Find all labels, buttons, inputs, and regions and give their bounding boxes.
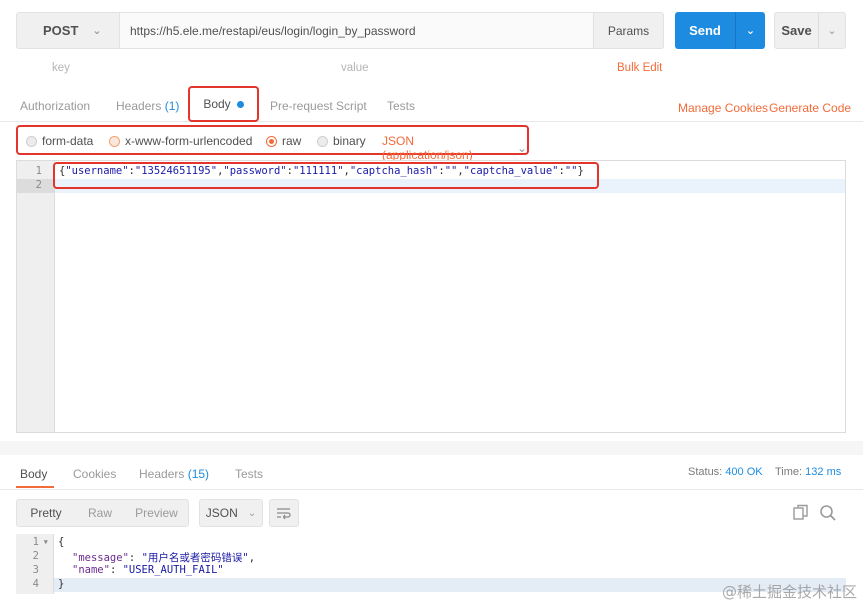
content-type-label: JSON (application/json) <box>382 134 473 162</box>
chevron-down-icon: ⌄ <box>247 507 257 519</box>
code-key: "name" <box>72 564 110 576</box>
tab-pre-request-script[interactable]: Pre-request Script <box>270 99 367 113</box>
radio-binary-label: binary <box>333 134 366 148</box>
radio-icon <box>317 135 328 147</box>
response-gutter: 1 ▾ 2 3 4 <box>16 534 54 594</box>
save-label: Save <box>781 23 812 38</box>
wrap-lines-icon <box>277 508 291 520</box>
line-number: 1 <box>35 165 42 177</box>
highlight-box <box>53 162 599 189</box>
code-key: "message" <box>72 552 129 564</box>
response-line-2: "message": "用户名或者密码错误", <box>72 550 255 565</box>
view-raw-button[interactable]: Raw <box>75 506 125 520</box>
radio-selected-icon <box>266 135 277 147</box>
params-row: key value Bulk Edit <box>0 62 863 80</box>
time-readout: Time: 132 ms <box>775 466 841 478</box>
code-brace: } <box>58 578 65 590</box>
value-field[interactable]: value <box>341 62 369 74</box>
tab-headers-count: (1) <box>164 99 180 113</box>
time-value: 132 ms <box>805 466 842 478</box>
request-body-editor[interactable]: 1 2 {"username":"13524651195","password"… <box>16 160 846 433</box>
radio-raw[interactable]: raw <box>266 134 301 148</box>
line-number: 3 <box>32 564 39 576</box>
chevron-down-icon: ⌄ <box>92 25 102 37</box>
code-string: "USER_AUTH_FAIL" <box>122 564 224 576</box>
status-value: 400 OK <box>725 466 763 478</box>
chevron-down-icon: ⌄ <box>516 141 527 155</box>
code-brace: { <box>58 536 65 548</box>
response-line-4: } <box>58 578 64 590</box>
body-modified-dot-icon <box>236 100 244 108</box>
radio-form-data[interactable]: form-data <box>26 134 93 148</box>
view-mode-segmented: Pretty Raw Preview <box>16 499 189 527</box>
format-select[interactable]: JSON ⌄ <box>199 499 263 527</box>
time-label: Time: <box>775 466 803 478</box>
code-string: "用户名或者密码错误" <box>141 552 249 564</box>
response-tab-headers[interactable]: Headers (15) <box>139 467 209 481</box>
line-number: 4 <box>32 578 39 590</box>
response-tab-headers-count: (15) <box>187 467 210 481</box>
response-line-1: { <box>58 536 64 548</box>
tab-body-label: Body <box>203 97 231 111</box>
method-label: POST <box>43 23 79 38</box>
line-number: 2 <box>35 179 42 191</box>
response-tabs: Body Cookies Headers (15) Tests Status: … <box>0 455 863 490</box>
content-type-select[interactable]: JSON (application/json) ⌄ <box>382 134 527 162</box>
response-tab-tests[interactable]: Tests <box>235 467 263 481</box>
radio-icon <box>109 135 120 147</box>
watermark: @稀土掘金技术社区 <box>721 583 857 601</box>
code-colon: : <box>128 552 142 564</box>
search-icon[interactable] <box>819 504 837 522</box>
line-number: 2 <box>32 550 39 562</box>
url-input[interactable]: https://h5.ele.me/restapi/eus/login/logi… <box>120 12 594 49</box>
status-readout: Status: 400 OK <box>688 466 763 478</box>
method-select[interactable]: POST ⌄ <box>16 12 120 49</box>
send-label: Send <box>689 23 721 38</box>
tab-headers[interactable]: Headers (1) <box>116 99 179 113</box>
active-tab-underline <box>16 486 54 488</box>
status-label: Status: <box>688 466 723 478</box>
response-tab-headers-label: Headers <box>139 467 185 481</box>
radio-icon <box>26 135 37 147</box>
send-button[interactable]: Send ⌄ <box>675 12 765 49</box>
params-button[interactable]: Params <box>594 12 664 49</box>
radio-raw-label: raw <box>282 134 302 148</box>
request-tabs: Authorization Headers (1) Pre-request Sc… <box>0 90 863 122</box>
radio-urlencoded-label: x-www-form-urlencoded <box>125 134 253 148</box>
code-comma: , <box>248 552 256 564</box>
fold-toggle-icon[interactable]: ▾ <box>43 536 49 548</box>
section-divider <box>0 441 863 455</box>
save-button[interactable]: Save ⌄ <box>774 12 846 49</box>
response-tab-cookies[interactable]: Cookies <box>73 467 116 481</box>
tab-authorization[interactable]: Authorization <box>20 99 90 113</box>
radio-binary[interactable]: binary <box>317 134 366 148</box>
copy-icon[interactable] <box>792 504 810 522</box>
radio-x-www-form-urlencoded[interactable]: x-www-form-urlencoded <box>109 134 252 148</box>
generate-code-link[interactable]: Generate Code <box>769 101 851 115</box>
send-dropdown-icon[interactable]: ⌄ <box>736 24 765 37</box>
wrap-lines-button[interactable] <box>269 499 299 527</box>
request-bar: POST ⌄ https://h5.ele.me/restapi/eus/log… <box>16 12 846 49</box>
view-pretty-button[interactable]: Pretty <box>17 506 75 520</box>
view-preview-button[interactable]: Preview <box>125 506 188 520</box>
body-type-options: form-data x-www-form-urlencoded raw bina… <box>16 125 529 162</box>
response-toolbar: Pretty Raw Preview JSON ⌄ <box>16 499 846 527</box>
radio-form-data-label: form-data <box>42 134 94 148</box>
code-colon: : <box>109 564 123 576</box>
tab-tests[interactable]: Tests <box>387 99 415 113</box>
response-line-3: "name": "USER_AUTH_FAIL" <box>72 564 224 576</box>
save-dropdown-icon[interactable]: ⌄ <box>819 24 845 37</box>
tab-body[interactable]: Body <box>188 86 259 122</box>
key-field[interactable]: key <box>52 62 70 74</box>
manage-cookies-link[interactable]: Manage Cookies <box>678 101 768 115</box>
editor-gutter: 1 2 <box>17 161 55 432</box>
tab-headers-label: Headers <box>116 99 162 113</box>
format-label: JSON <box>205 506 238 520</box>
line-number: 1 <box>32 536 39 548</box>
response-tab-body[interactable]: Body <box>20 467 47 481</box>
bulk-edit-link[interactable]: Bulk Edit <box>617 62 662 74</box>
